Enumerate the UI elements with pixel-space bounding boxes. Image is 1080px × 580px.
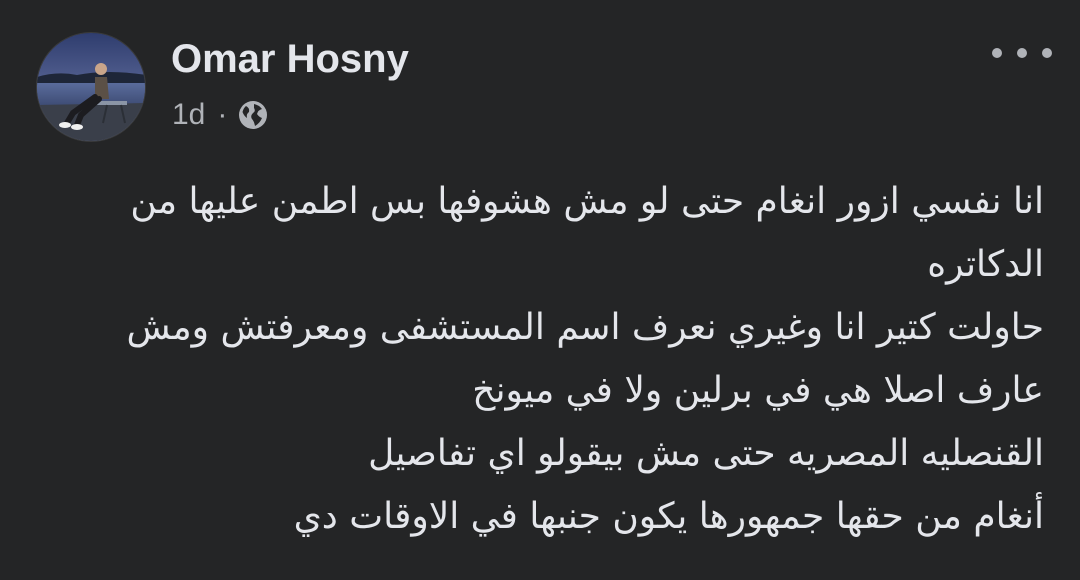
author-name[interactable]: Omar Hosny	[171, 36, 409, 82]
post-text: انا نفسي ازور انغام حتى لو مش هشوفها بس …	[54, 170, 1044, 548]
facebook-post: Omar Hosny 1d · انا نفسي ازور انغام حتى …	[0, 0, 1080, 580]
post-paragraph: حاولت كتير انا وغيري نعرف اسم المستشفى و…	[126, 307, 1044, 411]
post-timestamp[interactable]: 1d	[172, 98, 205, 132]
meta-separator: ·	[217, 98, 228, 131]
globe-icon[interactable]	[237, 99, 269, 131]
author-avatar[interactable]	[36, 32, 146, 142]
more-options-icon	[1042, 48, 1052, 58]
more-options-button[interactable]	[992, 38, 1052, 68]
more-options-icon	[992, 48, 1002, 58]
avatar-photo	[37, 33, 145, 141]
post-paragraph: انا نفسي ازور انغام حتى لو مش هشوفها بس …	[130, 181, 1044, 285]
post-meta: 1d ·	[172, 96, 269, 134]
post-paragraph: أنغام من حقها جمهورها يكون جنبها في الاو…	[293, 496, 1044, 537]
post-paragraph: القنصليه المصريه حتى مش بيقولو اي تفاصيل	[368, 433, 1044, 474]
more-options-icon	[1017, 48, 1027, 58]
